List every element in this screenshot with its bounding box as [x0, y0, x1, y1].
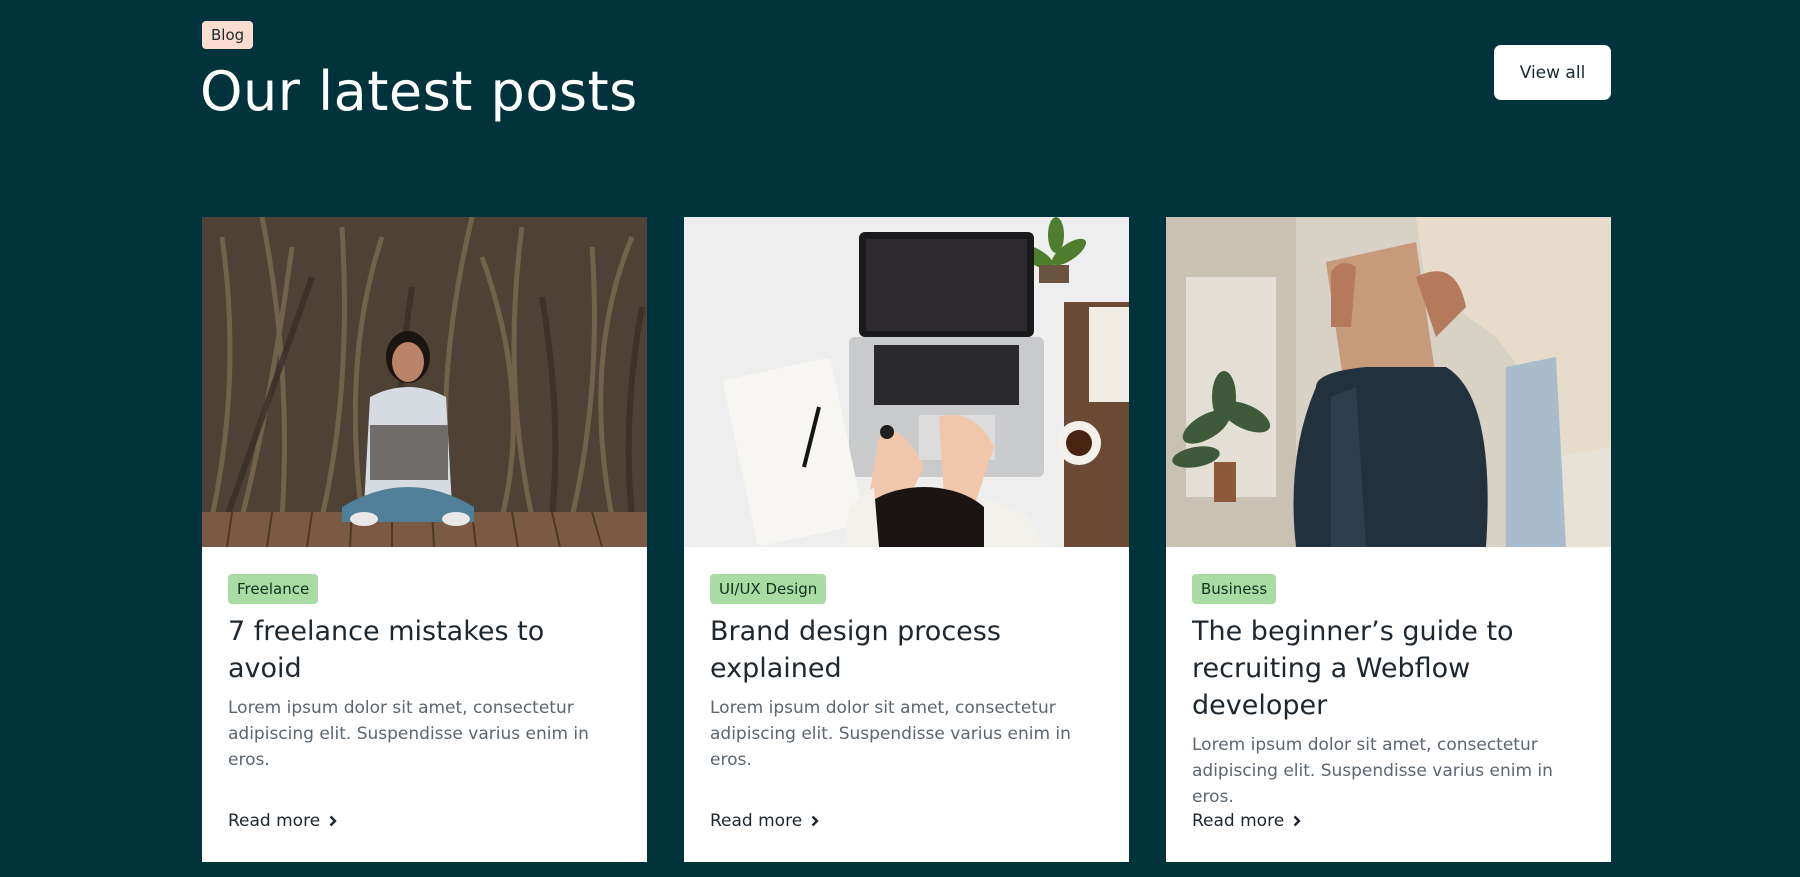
page-title: Our latest posts — [200, 60, 638, 123]
post-title[interactable]: 7 freelance mistakes to avoid — [228, 613, 621, 687]
post-photo — [1166, 217, 1611, 547]
read-more-link[interactable]: Read more — [710, 809, 820, 833]
post-image-desk-laptop[interactable] — [684, 217, 1129, 547]
post-card[interactable]: UI/UX Design Brand design process explai… — [684, 217, 1129, 862]
chevron-right-icon — [1293, 815, 1301, 827]
post-cards: Freelance 7 freelance mistakes to avoid … — [202, 217, 1611, 862]
chevron-right-icon — [811, 815, 819, 827]
read-more-label: Read more — [710, 811, 803, 831]
category-tag[interactable]: Business — [1192, 574, 1277, 604]
post-excerpt: Lorem ipsum dolor sit amet, consectetur … — [228, 698, 589, 770]
blog-section: Blog Our latest posts View all Freelance… — [200, 0, 1611, 877]
post-title[interactable]: The beginner’s guide to recruiting a Web… — [1192, 613, 1585, 724]
post-photo — [684, 217, 1129, 547]
post-card[interactable]: Freelance 7 freelance mistakes to avoid … — [202, 217, 647, 862]
blog-tag: Blog — [202, 21, 254, 49]
read-more-link[interactable]: Read more — [1192, 809, 1302, 833]
read-more-label: Read more — [1192, 811, 1285, 831]
category-tag[interactable]: Freelance — [228, 574, 319, 604]
post-title[interactable]: Brand design process explained — [710, 613, 1103, 687]
read-more-label: Read more — [228, 811, 321, 831]
post-photo — [202, 217, 647, 547]
post-card[interactable]: Business The beginner’s guide to recruit… — [1166, 217, 1611, 862]
category-tag[interactable]: UI/UX Design — [710, 574, 827, 604]
post-excerpt: Lorem ipsum dolor sit amet, consectetur … — [1192, 735, 1553, 807]
post-image-laptop-backpack[interactable] — [1166, 217, 1611, 547]
post-image-woman-laptop-plants[interactable] — [202, 217, 647, 547]
chevron-right-icon — [329, 815, 337, 827]
view-all-button[interactable]: View all — [1494, 45, 1611, 100]
post-excerpt: Lorem ipsum dolor sit amet, consectetur … — [710, 698, 1071, 770]
read-more-link[interactable]: Read more — [228, 809, 338, 833]
